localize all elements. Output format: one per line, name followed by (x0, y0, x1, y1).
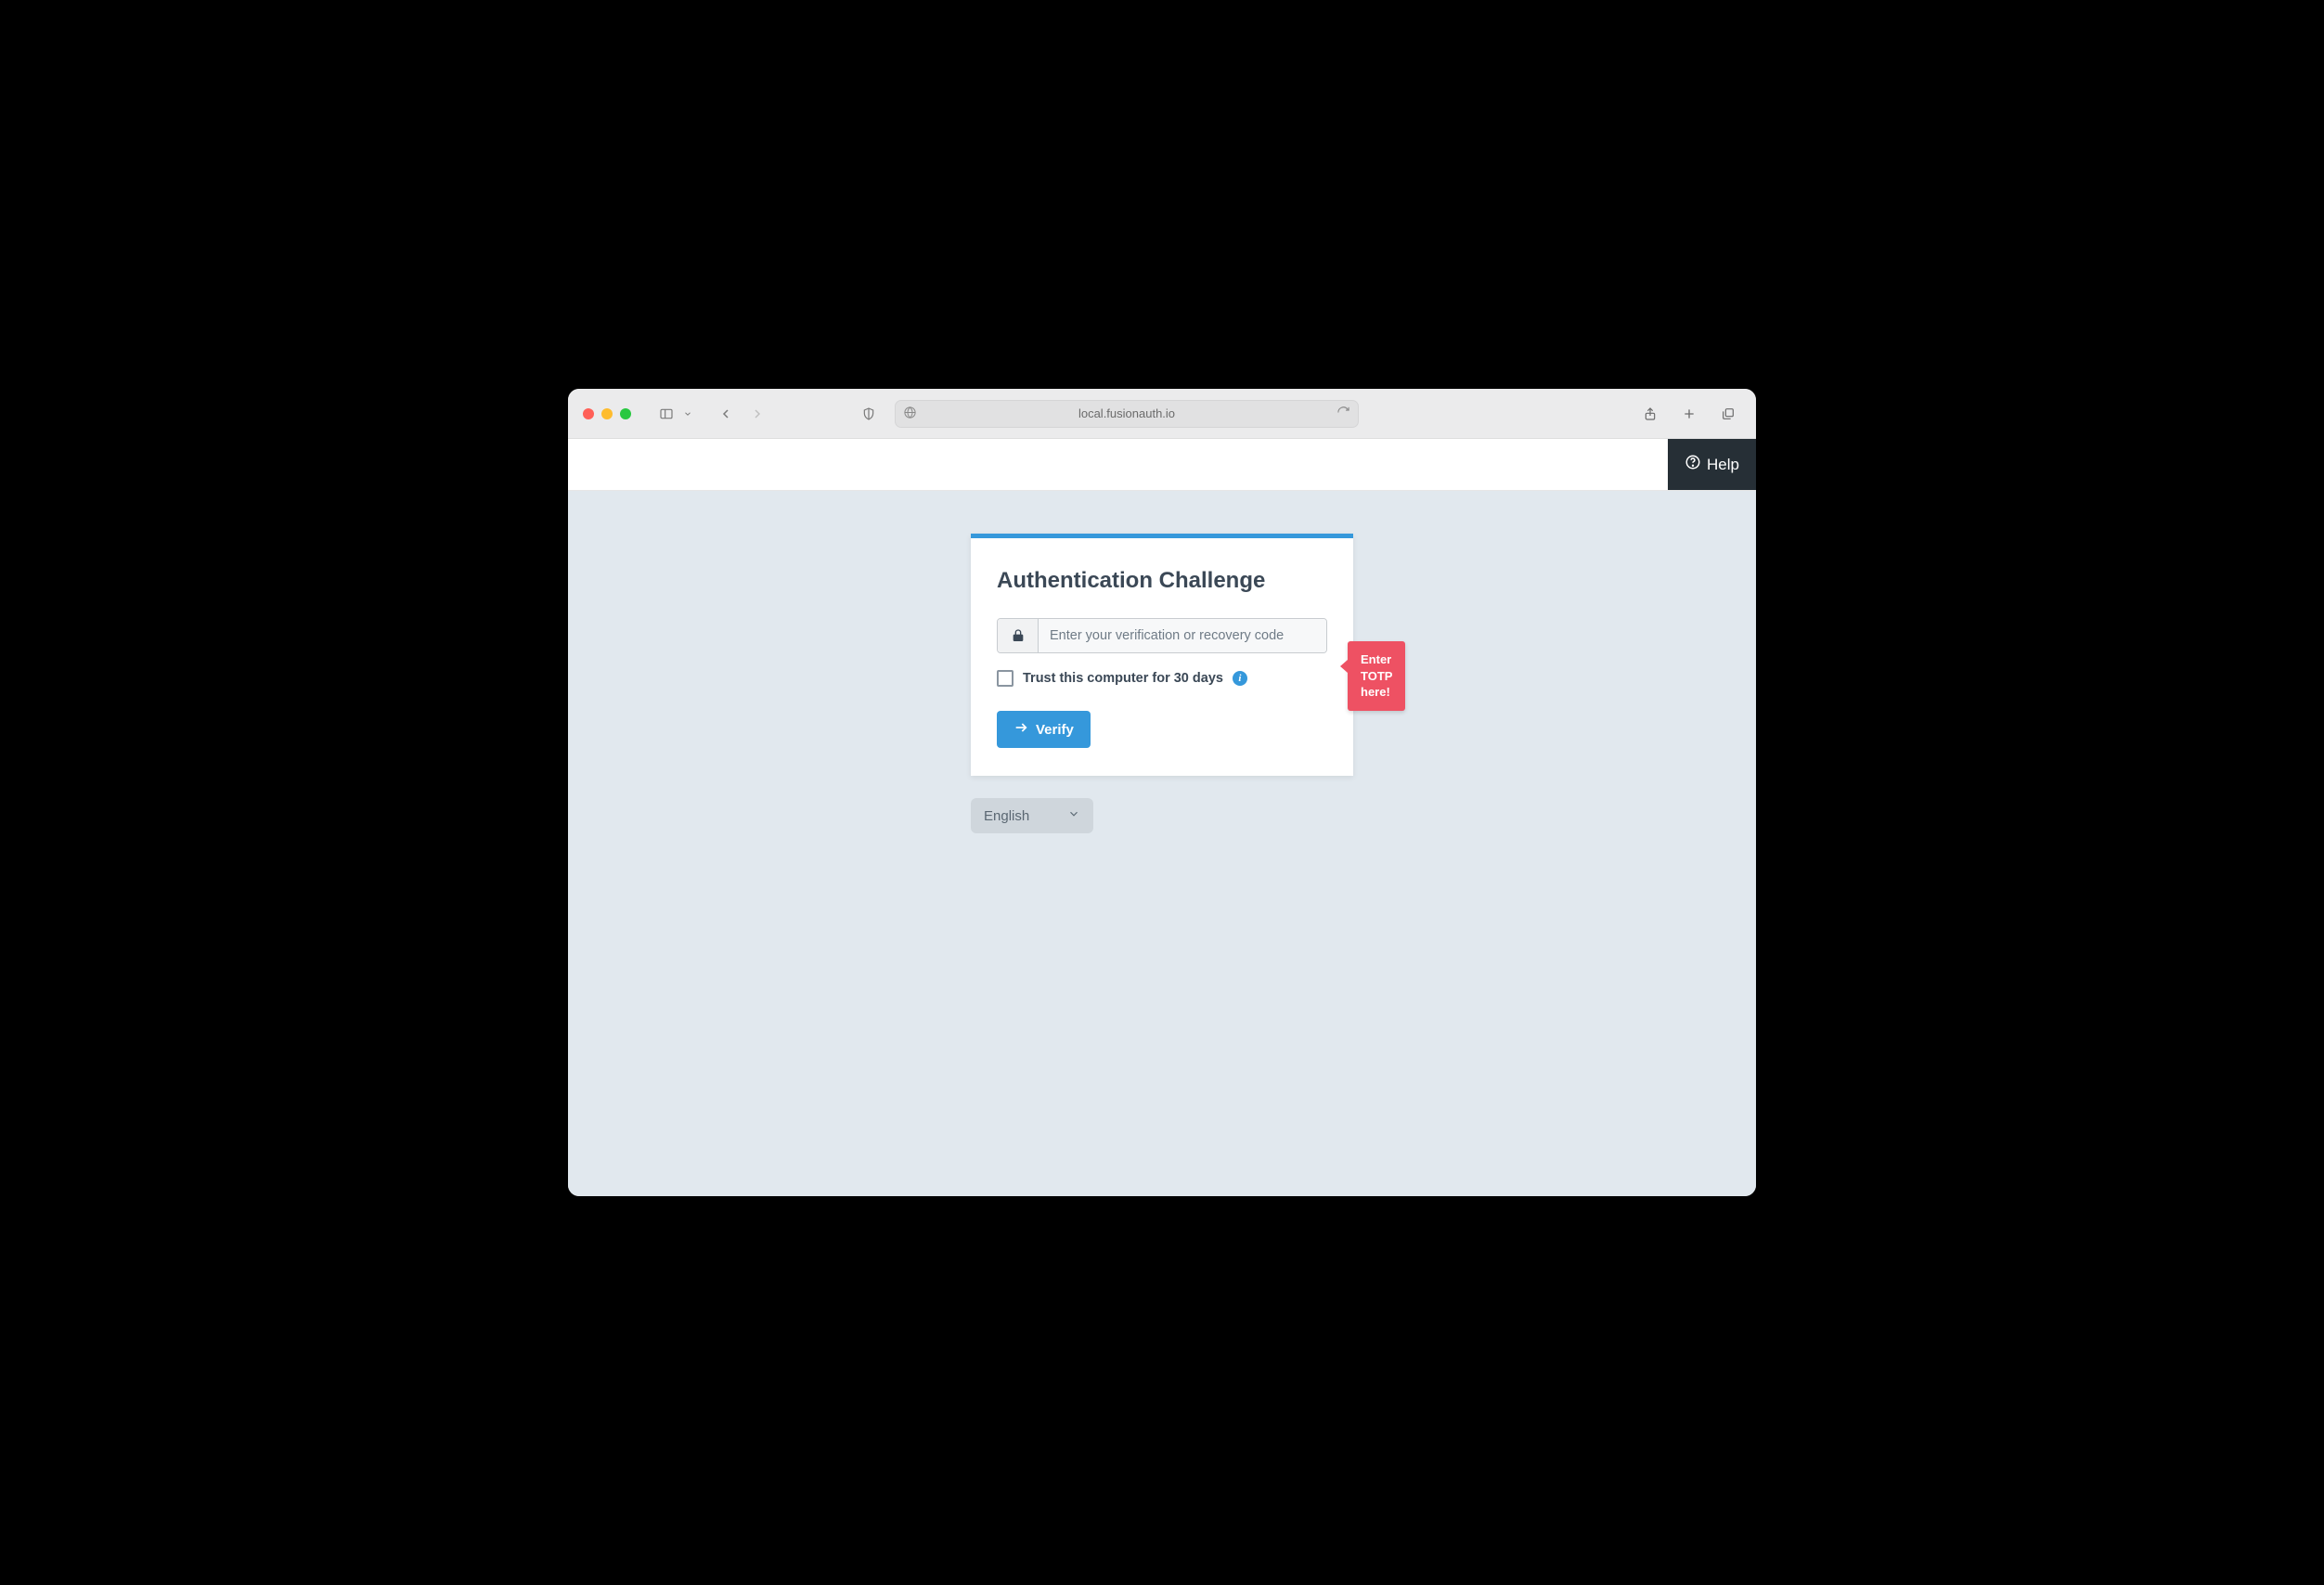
sidebar-toggle-button[interactable] (653, 401, 679, 427)
help-icon (1685, 454, 1701, 475)
verify-button-label: Verify (1036, 722, 1074, 738)
arrow-right-icon (1014, 720, 1028, 739)
reload-icon[interactable] (1336, 406, 1350, 422)
trust-computer-label[interactable]: Trust this computer for 30 days (1023, 671, 1223, 686)
nav-forward-button[interactable] (744, 401, 770, 427)
chevron-down-icon (1067, 807, 1080, 824)
address-text: local.fusionauth.io (1078, 406, 1175, 420)
language-selected: English (984, 808, 1029, 824)
close-window-button[interactable] (583, 408, 594, 419)
lock-icon (998, 619, 1039, 652)
privacy-shield-icon[interactable] (856, 401, 882, 427)
totp-callout: Enter TOTP here! (1348, 641, 1405, 711)
page-content: Authentication Challenge Trust this comp… (568, 491, 1756, 1196)
browser-chrome: local.fusionauth.io (568, 389, 1756, 439)
globe-icon (903, 406, 917, 422)
language-select[interactable]: English (971, 798, 1093, 833)
code-input-group (997, 618, 1327, 653)
auth-challenge-card: Authentication Challenge Trust this comp… (971, 534, 1353, 776)
minimize-window-button[interactable] (601, 408, 613, 419)
maximize-window-button[interactable] (620, 408, 631, 419)
help-button[interactable]: Help (1668, 439, 1756, 490)
tabs-overview-button[interactable] (1715, 401, 1741, 427)
new-tab-button[interactable] (1676, 401, 1702, 427)
app-header: Help (568, 439, 1756, 491)
verify-button[interactable]: Verify (997, 711, 1091, 748)
share-button[interactable] (1637, 401, 1663, 427)
nav-back-button[interactable] (713, 401, 739, 427)
window-controls (583, 408, 631, 419)
card-title: Authentication Challenge (997, 568, 1327, 594)
address-bar[interactable]: local.fusionauth.io (895, 400, 1359, 428)
browser-window: local.fusionauth.io (568, 389, 1756, 1196)
sidebar-menu-chevron[interactable] (683, 401, 692, 427)
trust-computer-checkbox[interactable] (997, 670, 1014, 687)
verification-code-input[interactable] (1039, 619, 1326, 652)
info-icon[interactable]: i (1233, 671, 1247, 686)
help-label: Help (1707, 456, 1739, 474)
